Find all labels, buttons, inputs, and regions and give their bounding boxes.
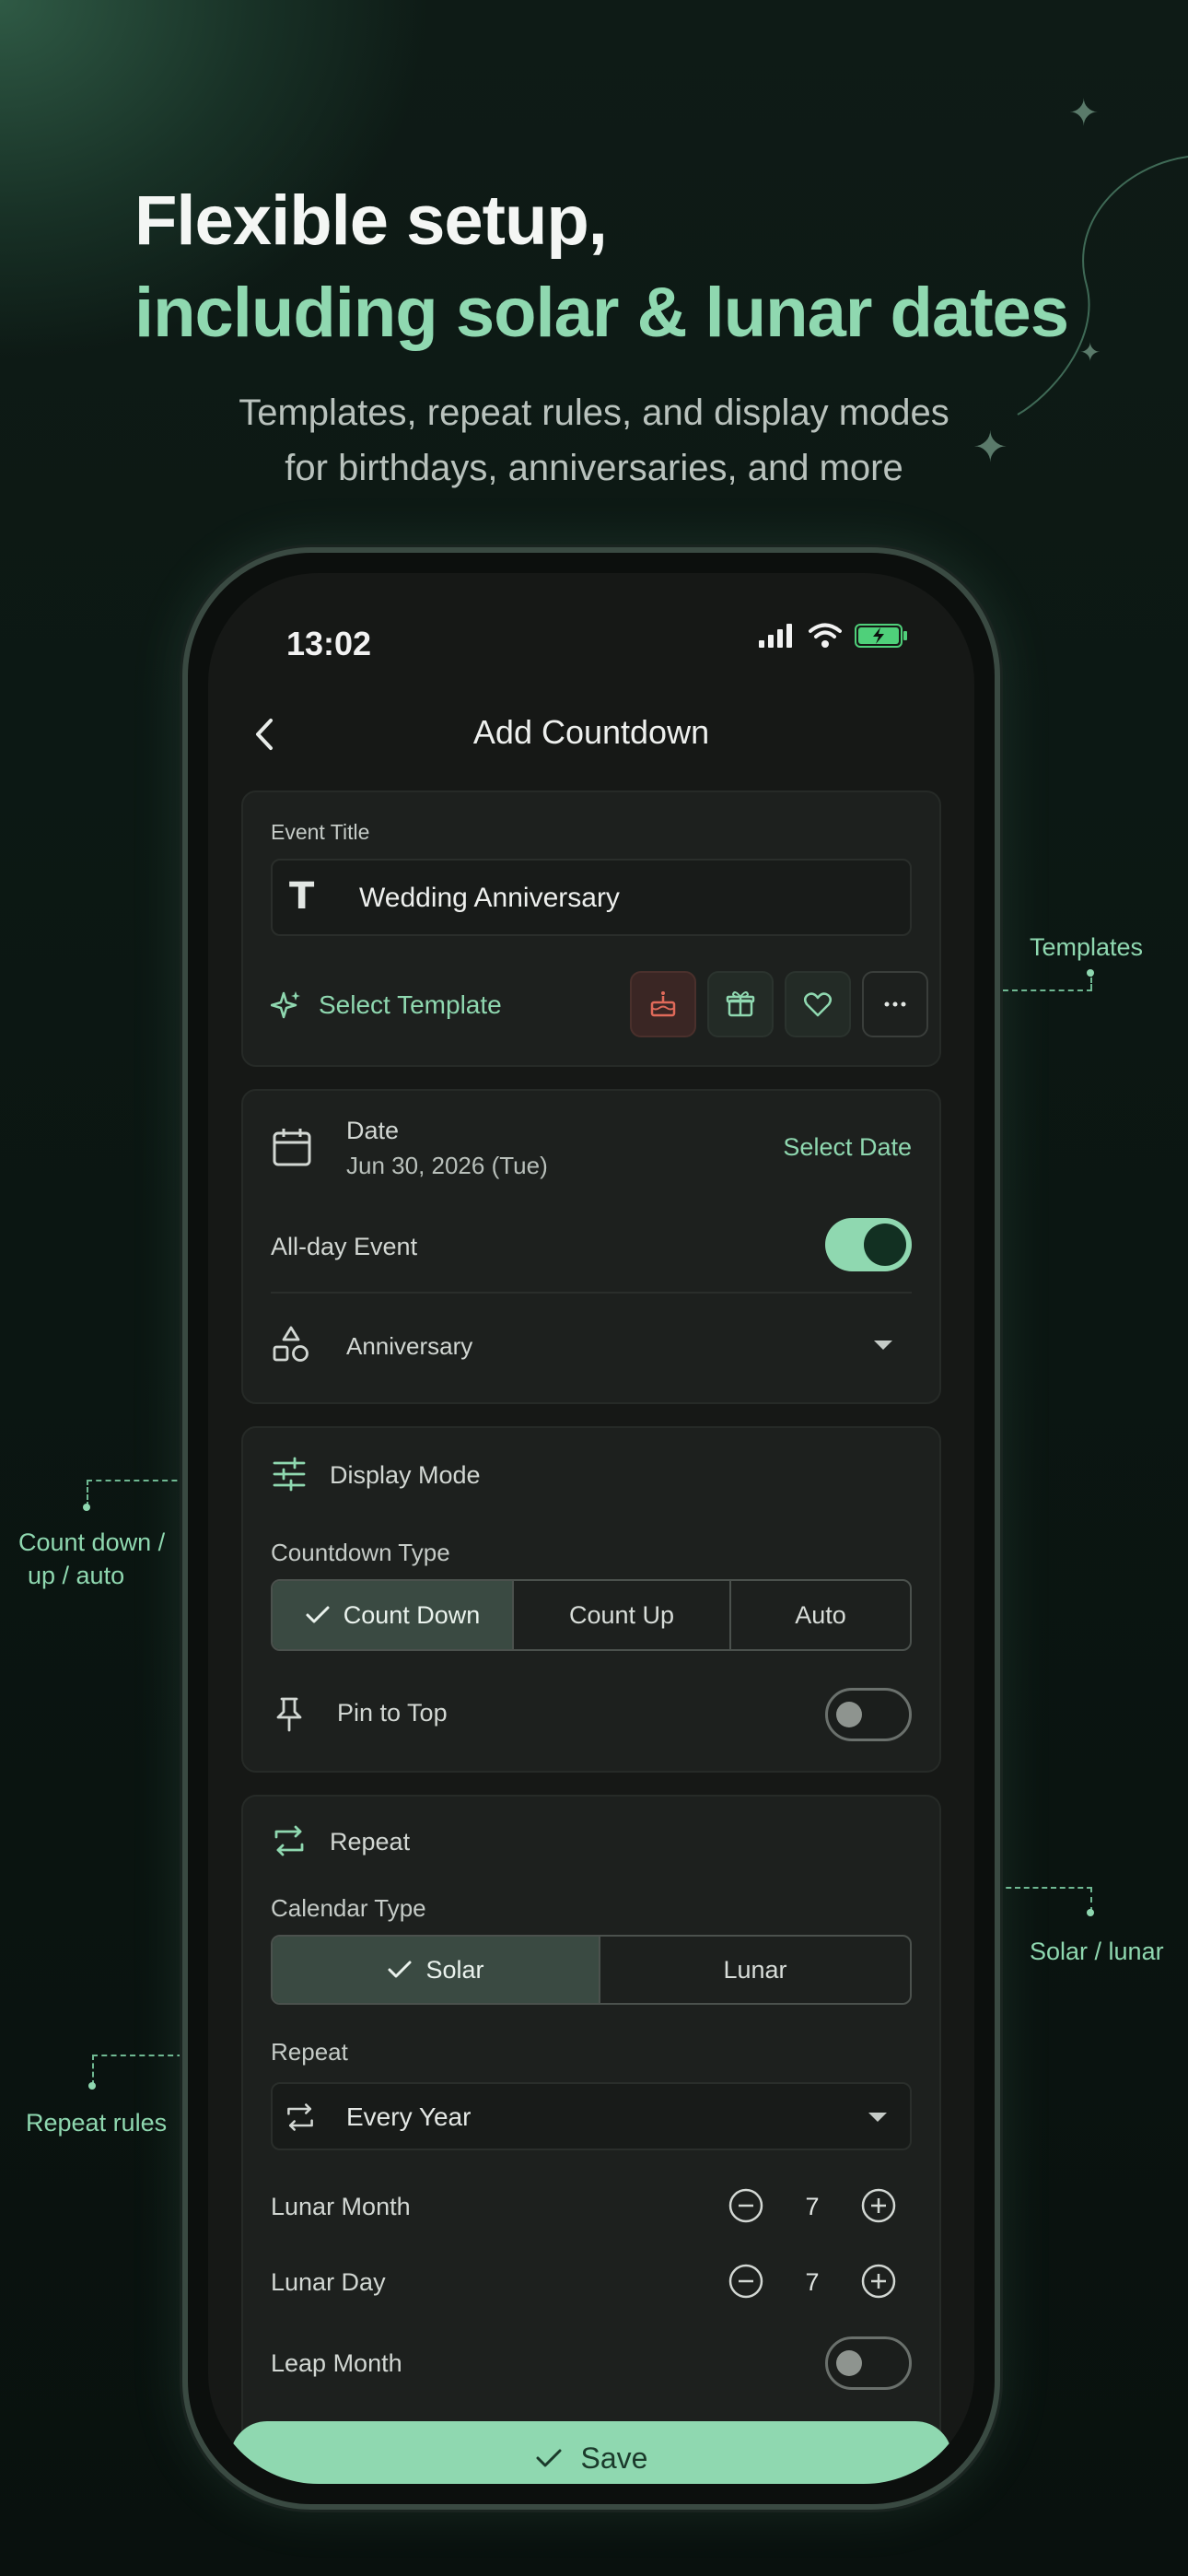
sparkle-icon <box>271 991 300 1019</box>
display-mode-header: Display Mode <box>330 1461 481 1489</box>
plus-circle-icon[interactable] <box>860 2187 897 2224</box>
leap-month-toggle[interactable] <box>825 2336 912 2390</box>
calendar-icon <box>273 1129 311 1166</box>
toggle-knob <box>864 1224 906 1266</box>
template-gift-chip[interactable] <box>707 971 774 1037</box>
annotation-repeat-rules: Repeat rules <box>26 2109 168 2137</box>
calendar-type-segmented: Solar Lunar <box>271 1935 912 2005</box>
page-title: Add Countdown <box>472 713 710 751</box>
lunar-month-value: 7 <box>805 2193 820 2220</box>
save-button[interactable]: Save <box>230 2421 952 2484</box>
sparkle-icon: ✦ <box>1068 93 1100 134</box>
annotation-countdown-line-2: up / auto <box>28 1562 125 1589</box>
toggle-knob <box>836 1702 862 1727</box>
display-mode-card: Display Mode Countdown Type Count Down C… <box>241 1426 941 1773</box>
segment-label: Solar <box>425 1955 484 1984</box>
annotation-dot <box>83 1504 90 1511</box>
pin-to-top-toggle[interactable] <box>825 1688 912 1741</box>
select-template-link[interactable]: Select Template <box>271 989 502 1021</box>
event-title-value: Wedding Anniversary <box>359 883 620 913</box>
wifi-icon <box>809 623 842 648</box>
repeat-value: Every Year <box>346 2102 472 2131</box>
cake-icon <box>650 991 676 1017</box>
pin-icon <box>276 1697 302 1732</box>
save-label: Save <box>580 2441 648 2475</box>
segment-count-up[interactable]: Count Up <box>514 1581 731 1649</box>
subheadline-line-1: Templates, repeat rules, and display mod… <box>239 392 949 433</box>
template-more-chip[interactable] <box>862 971 928 1037</box>
repeat-icon <box>287 2103 313 2131</box>
select-date-link[interactable]: Select Date <box>783 1133 912 1162</box>
check-icon <box>536 2449 562 2467</box>
date-card: Date Jun 30, 2026 (Tue) Select Date All-… <box>241 1089 941 1404</box>
repeat-select[interactable]: Every Year <box>271 2082 912 2150</box>
segment-lunar[interactable]: Lunar <box>600 1937 910 2003</box>
event-title-field[interactable]: T Wedding Anniversary <box>271 859 912 936</box>
subheadline: Templates, repeat rules, and display mod… <box>0 385 1188 496</box>
segment-label: Count Down <box>343 1600 481 1629</box>
annotation-templates: Templates <box>1030 933 1144 961</box>
calendar-type-label: Calendar Type <box>271 1894 426 1922</box>
signal-icon <box>759 624 792 648</box>
select-template-label: Select Template <box>319 990 502 1019</box>
phone-screen: 13:02 Add Countdown Event Title T Weddin… <box>208 573 974 2484</box>
annotation-line <box>92 2055 94 2086</box>
heart-icon <box>804 992 832 1017</box>
repeat-label: Repeat <box>271 2038 348 2066</box>
countdown-type-segmented: Count Down Count Up Auto <box>271 1579 912 1651</box>
event-title-label: Event Title <box>271 820 370 844</box>
segment-solar[interactable]: Solar <box>273 1937 600 2003</box>
text-type-icon: T <box>289 875 315 918</box>
repeat-icon <box>274 1825 304 1856</box>
dropdown-caret-icon[interactable] <box>871 1338 895 1352</box>
annotation-countdown: Count down / up / auto <box>18 1526 165 1592</box>
all-day-label: All-day Event <box>271 1233 418 1260</box>
minus-circle-icon[interactable] <box>728 2187 764 2224</box>
minus-circle-icon[interactable] <box>728 2263 764 2300</box>
toggle-knob <box>836 2350 862 2376</box>
template-birthday-chip[interactable] <box>630 971 696 1037</box>
template-heart-chip[interactable] <box>785 971 851 1037</box>
headline-line-2: including solar & lunar dates <box>134 274 1069 352</box>
annotation-dot <box>88 2082 96 2090</box>
status-time: 13:02 <box>286 625 372 662</box>
segment-auto[interactable]: Auto <box>731 1581 910 1649</box>
category-value[interactable]: Anniversary <box>346 1332 472 1361</box>
date-value: Jun 30, 2026 (Tue) <box>346 1152 548 1179</box>
check-icon <box>306 1606 330 1623</box>
headline: Flexible setup, including solar & lunar … <box>134 175 1147 359</box>
event-title-card: Event Title T Wedding Anniversary Select… <box>241 790 941 1067</box>
subheadline-line-2: for birthdays, anniversaries, and more <box>285 448 903 488</box>
annotation-dot <box>1087 1909 1094 1916</box>
repeat-card: Repeat Calendar Type Solar Lunar Repeat … <box>241 1795 941 2440</box>
divider <box>271 1292 912 1294</box>
repeat-header: Repeat <box>330 1828 411 1856</box>
lunar-month-label: Lunar Month <box>271 2193 411 2220</box>
segment-count-down[interactable]: Count Down <box>273 1581 514 1649</box>
status-icons <box>759 623 908 649</box>
headline-line-1: Flexible setup, <box>134 181 608 260</box>
gift-icon <box>726 991 755 1017</box>
all-day-toggle[interactable] <box>825 1218 912 1271</box>
plus-circle-icon[interactable] <box>860 2263 897 2300</box>
annotation-countdown-line-1: Count down / <box>18 1528 166 1556</box>
battery-icon <box>855 624 907 648</box>
check-icon <box>388 1961 412 1978</box>
phone-frame: 13:02 Add Countdown Event Title T Weddin… <box>182 547 1000 2510</box>
leap-month-label: Leap Month <box>271 2349 402 2377</box>
lunar-day-value: 7 <box>805 2268 820 2296</box>
dropdown-caret-icon <box>868 2113 887 2122</box>
countdown-type-label: Countdown Type <box>271 1539 450 1566</box>
annotation-dot <box>1087 969 1094 977</box>
annotation-solar-lunar: Solar / lunar <box>1030 1938 1164 1965</box>
sliders-icon <box>273 1457 306 1492</box>
lunar-day-label: Lunar Day <box>271 2268 386 2296</box>
more-icon <box>884 1001 906 1007</box>
category-shapes-icon <box>273 1326 309 1362</box>
pin-to-top-label: Pin to Top <box>337 1699 448 1727</box>
date-label: Date <box>346 1117 400 1144</box>
